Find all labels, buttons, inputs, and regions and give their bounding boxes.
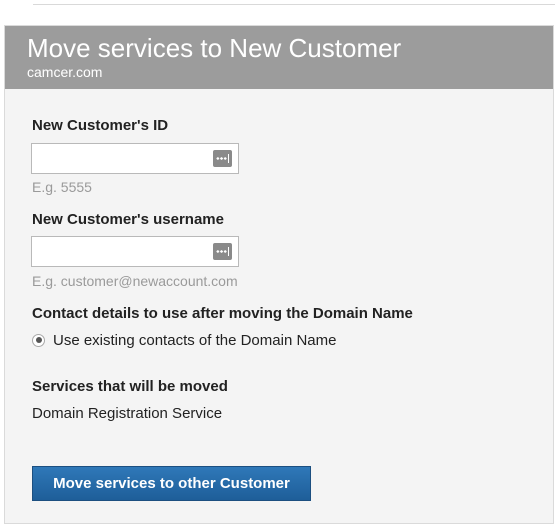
existing-contacts-radio[interactable] <box>32 333 45 347</box>
customer-id-label: New Customer's ID <box>32 117 169 134</box>
password-manager-key-icon[interactable] <box>213 150 232 167</box>
services-value: Domain Registration Service <box>32 405 223 422</box>
panel-header: Move services to New Customer camcer.com <box>5 26 553 89</box>
contacts-label: Contact details to use after moving the … <box>32 305 413 322</box>
move-services-button[interactable]: Move services to other Customer <box>32 466 311 501</box>
username-label: New Customer's username <box>32 211 224 228</box>
customer-id-hint: E.g. 5555 <box>32 179 92 195</box>
services-label: Services that will be moved <box>32 378 228 395</box>
contacts-option-row[interactable]: Use existing contacts of the Domain Name <box>32 331 336 349</box>
customer-id-field[interactable] <box>31 143 239 174</box>
domain-name: camcer.com <box>27 64 103 80</box>
customer-id-input[interactable] <box>32 144 210 173</box>
move-services-panel: Move services to New Customer camcer.com… <box>4 25 554 524</box>
username-hint: E.g. customer@newaccount.com <box>32 273 238 289</box>
username-field[interactable] <box>31 236 239 267</box>
username-input[interactable] <box>32 237 210 266</box>
radio-selected-dot <box>35 337 42 343</box>
existing-contacts-label[interactable]: Use existing contacts of the Domain Name <box>53 332 336 349</box>
top-divider <box>33 4 555 5</box>
page-title: Move services to New Customer <box>27 33 402 63</box>
password-manager-key-icon[interactable] <box>213 243 232 260</box>
